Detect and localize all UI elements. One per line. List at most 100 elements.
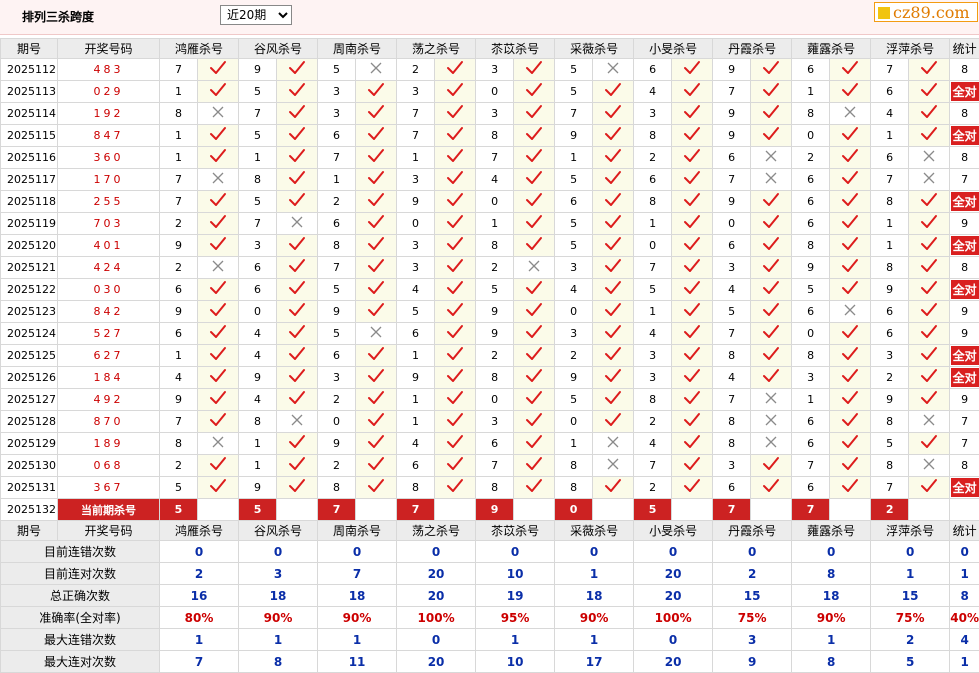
result-cell bbox=[672, 345, 713, 367]
kill-number-cell: 3 bbox=[555, 257, 593, 279]
result-cell bbox=[830, 81, 871, 103]
result-cell bbox=[435, 455, 476, 477]
result-cell bbox=[909, 477, 950, 499]
kill-number-cell: 7 bbox=[160, 169, 198, 191]
current-kill-number: 5 bbox=[634, 499, 672, 521]
check-icon bbox=[762, 220, 780, 233]
all-correct-badge: 全对 bbox=[951, 368, 979, 387]
stat-value: 19 bbox=[476, 585, 555, 607]
winning-number-cell: 401 bbox=[58, 235, 160, 257]
result-cell bbox=[909, 433, 950, 455]
kill-number-cell: 9 bbox=[160, 235, 198, 257]
kill-number-cell: 8 bbox=[476, 125, 514, 147]
kill-number-cell: 7 bbox=[713, 81, 751, 103]
kill-number-cell: 8 bbox=[634, 389, 672, 411]
kill-number-cell: 4 bbox=[239, 389, 277, 411]
kill-number-cell: 8 bbox=[792, 235, 830, 257]
check-icon bbox=[446, 110, 464, 123]
result-cell bbox=[593, 411, 634, 433]
result-cell bbox=[514, 389, 555, 411]
result-cell bbox=[672, 389, 713, 411]
table-row: 202512887078013028687 bbox=[1, 411, 979, 433]
page-title: 排列三杀跨度 bbox=[22, 8, 94, 25]
kill-number-cell: 0 bbox=[476, 389, 514, 411]
result-cell bbox=[751, 81, 792, 103]
result-cell bbox=[514, 125, 555, 147]
header-expert: 周南杀号 bbox=[318, 521, 397, 541]
kill-number-cell: 3 bbox=[792, 367, 830, 389]
table-row: 202512749294210587199 bbox=[1, 389, 979, 411]
table-row: 202511419287373739848 bbox=[1, 103, 979, 125]
cross-icon bbox=[290, 417, 304, 430]
cross-icon bbox=[211, 109, 225, 122]
result-cell bbox=[830, 147, 871, 169]
table-row: 202513006821267873788 bbox=[1, 455, 979, 477]
result-cell bbox=[672, 81, 713, 103]
check-icon bbox=[525, 198, 543, 211]
kill-number-cell: 7 bbox=[239, 103, 277, 125]
kill-number-cell: 4 bbox=[239, 345, 277, 367]
current-empty-cell bbox=[593, 499, 634, 521]
table-row: 20251256271461223883全对 bbox=[1, 345, 979, 367]
header-stat: 统计 bbox=[950, 521, 979, 541]
check-icon bbox=[525, 88, 543, 101]
kill-number-cell: 6 bbox=[713, 147, 751, 169]
stat-cell: 全对 bbox=[950, 235, 979, 257]
check-icon bbox=[446, 242, 464, 255]
check-icon bbox=[762, 308, 780, 321]
issue-cell: 2025120 bbox=[1, 235, 58, 257]
kill-number-cell: 9 bbox=[318, 433, 356, 455]
result-cell bbox=[198, 147, 239, 169]
stat-row: 准确率(全对率)80%90%90%100%95%90%100%75%90%75%… bbox=[1, 607, 979, 629]
check-icon bbox=[683, 308, 701, 321]
kill-number-cell: 9 bbox=[555, 367, 593, 389]
check-icon bbox=[288, 242, 306, 255]
current-kill-label: 当前期杀号 bbox=[58, 499, 160, 521]
result-cell bbox=[514, 301, 555, 323]
check-icon bbox=[920, 330, 938, 343]
kill-number-cell: 9 bbox=[871, 279, 909, 301]
issue-cell: 2025126 bbox=[1, 367, 58, 389]
result-cell bbox=[830, 411, 871, 433]
result-cell bbox=[356, 169, 397, 191]
check-icon bbox=[841, 88, 859, 101]
result-cell bbox=[198, 433, 239, 455]
winning-number-cell: 703 bbox=[58, 213, 160, 235]
check-icon bbox=[683, 330, 701, 343]
kill-number-cell: 9 bbox=[792, 257, 830, 279]
result-cell bbox=[198, 59, 239, 81]
current-empty-cell bbox=[909, 499, 950, 521]
result-cell bbox=[356, 279, 397, 301]
issue-cell: 2025130 bbox=[1, 455, 58, 477]
kill-number-cell: 6 bbox=[397, 455, 435, 477]
cross-icon bbox=[764, 417, 778, 430]
issue-cell: 2025123 bbox=[1, 301, 58, 323]
check-icon bbox=[604, 396, 622, 409]
kill-number-cell: 5 bbox=[555, 81, 593, 103]
cross-icon bbox=[211, 175, 225, 188]
kill-number-cell: 6 bbox=[792, 213, 830, 235]
result-cell bbox=[198, 455, 239, 477]
result-cell bbox=[751, 367, 792, 389]
kill-number-cell: 6 bbox=[792, 191, 830, 213]
check-icon bbox=[841, 264, 859, 277]
header-expert: 苶苡杀号 bbox=[476, 39, 555, 59]
stat-value: 0 bbox=[634, 629, 713, 651]
result-cell bbox=[909, 103, 950, 125]
result-cell bbox=[277, 191, 318, 213]
kill-number-cell: 1 bbox=[792, 389, 830, 411]
period-select[interactable]: 近20期 bbox=[220, 5, 292, 25]
check-icon bbox=[525, 176, 543, 189]
result-cell bbox=[751, 125, 792, 147]
issue-cell: 2025121 bbox=[1, 257, 58, 279]
kill-number-cell: 6 bbox=[792, 59, 830, 81]
current-kill-number: 5 bbox=[239, 499, 277, 521]
result-cell bbox=[593, 279, 634, 301]
current-kill-number: 9 bbox=[476, 499, 514, 521]
kill-number-cell: 5 bbox=[476, 279, 514, 301]
current-kill-number: 7 bbox=[318, 499, 356, 521]
check-icon bbox=[920, 352, 938, 365]
site-logo[interactable]: cz89.com bbox=[874, 2, 978, 22]
check-icon bbox=[446, 308, 464, 321]
result-cell bbox=[830, 301, 871, 323]
